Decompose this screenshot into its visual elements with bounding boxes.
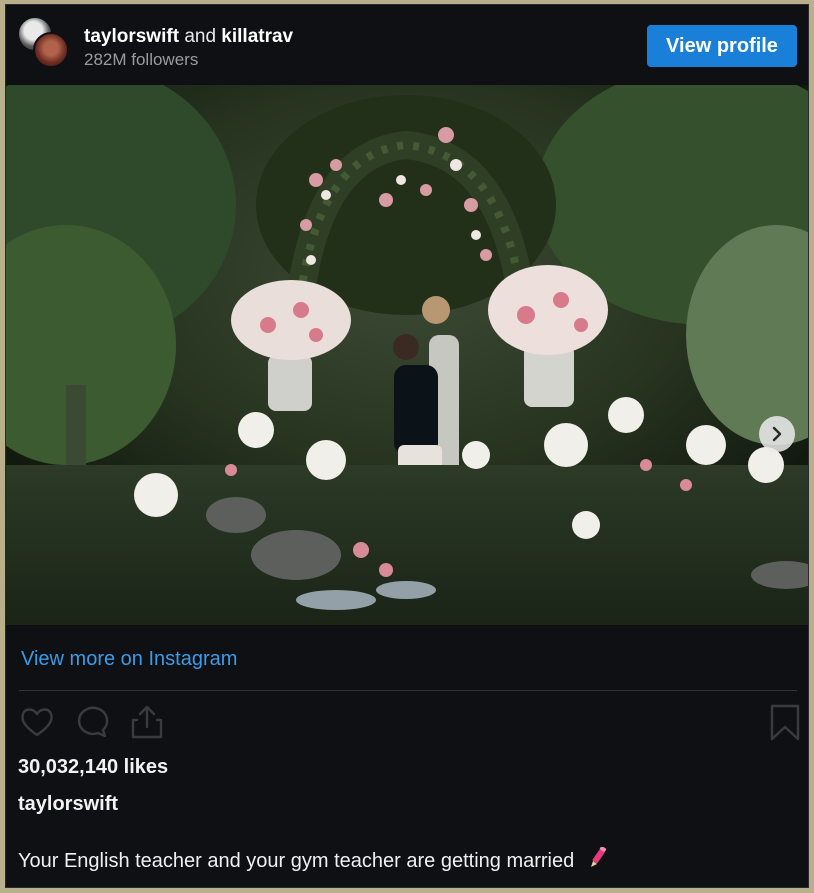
divider bbox=[19, 690, 797, 691]
followers-count: 282M followers bbox=[84, 50, 199, 69]
bookmark-icon bbox=[770, 704, 800, 741]
instagram-embed-card: taylorswift and killatrav 282M followers… bbox=[5, 4, 809, 888]
share-icon bbox=[131, 705, 163, 739]
caption-text: Your English teacher and your gym teache… bbox=[18, 850, 575, 872]
pencil-icon bbox=[588, 846, 608, 875]
connector-text: and bbox=[184, 26, 217, 47]
chevron-right-icon bbox=[772, 426, 782, 442]
heart-icon bbox=[21, 708, 53, 737]
garden-photo-illustration bbox=[6, 85, 808, 625]
likes-count: 30,032,140 likes bbox=[18, 756, 169, 778]
save-button[interactable] bbox=[766, 703, 804, 741]
next-image-button[interactable] bbox=[759, 416, 795, 452]
avatar[interactable] bbox=[17, 16, 69, 68]
account-secondary-link[interactable]: killatrav bbox=[221, 26, 293, 47]
post-photo[interactable] bbox=[6, 85, 808, 625]
view-profile-button[interactable]: View profile bbox=[647, 25, 797, 67]
post-header: taylorswift and killatrav 282M followers… bbox=[6, 5, 808, 85]
comment-icon bbox=[77, 706, 109, 738]
account-names: taylorswift and killatrav bbox=[84, 26, 293, 48]
caption-text-row: Your English teacher and your gym teache… bbox=[18, 846, 608, 875]
like-button[interactable] bbox=[18, 703, 56, 741]
avatar-secondary bbox=[33, 32, 69, 68]
comment-button[interactable] bbox=[73, 703, 111, 741]
view-more-link[interactable]: View more on Instagram bbox=[21, 648, 237, 671]
caption-username[interactable]: taylorswift bbox=[18, 793, 118, 816]
share-button[interactable] bbox=[128, 703, 166, 741]
account-primary-link[interactable]: taylorswift bbox=[84, 26, 179, 47]
